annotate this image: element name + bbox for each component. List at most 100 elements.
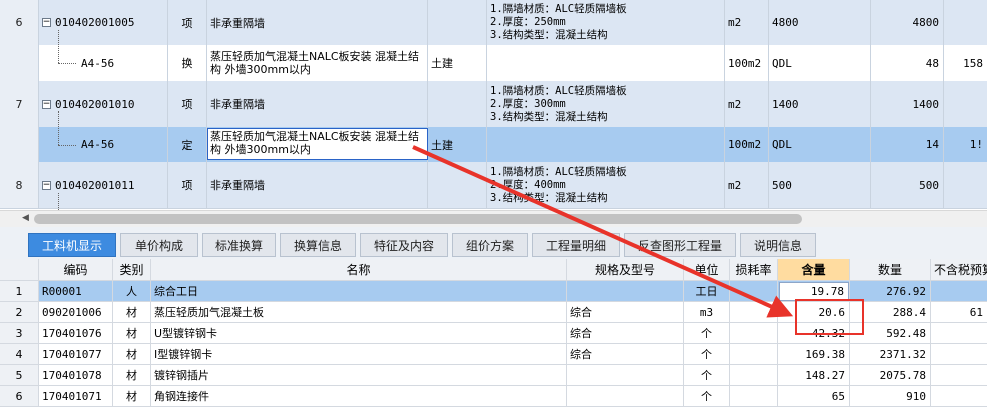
- unit-cell[interactable]: 个: [684, 323, 730, 343]
- extra-cell[interactable]: [944, 0, 987, 45]
- spec-cell[interactable]: 综合: [567, 323, 684, 343]
- price-cell[interactable]: [931, 344, 987, 364]
- table-row[interactable]: 7 − 010402001010 项 非承重隔墙 1.隔墙材质：ALC轻质隔墙板…: [0, 81, 987, 128]
- major-cell[interactable]: [428, 81, 487, 127]
- tab-pricing-scheme[interactable]: 组价方案: [452, 233, 528, 257]
- type-cell[interactable]: 定: [168, 127, 207, 162]
- tab-description[interactable]: 说明信息: [740, 233, 816, 257]
- type-cell[interactable]: 换: [168, 45, 207, 81]
- unit-cell[interactable]: m2: [725, 0, 769, 45]
- major-cell[interactable]: [428, 0, 487, 45]
- table-row-selected[interactable]: A4-56 定 土建 100m2 QDL 14 1!: [0, 127, 987, 163]
- quantity-cell[interactable]: 2371.32: [850, 344, 931, 364]
- features-cell[interactable]: [487, 127, 725, 162]
- quantity-cell[interactable]: 2075.78: [850, 365, 931, 385]
- features-cell[interactable]: 1.隔墙材质：ALC轻质隔墙板 2.厚度：300mm 3.结构类型：混凝土结构: [487, 81, 725, 127]
- category-cell[interactable]: 材: [113, 365, 151, 385]
- code-cell[interactable]: 170401077: [39, 344, 113, 364]
- horizontal-scrollbar[interactable]: ◀: [0, 210, 987, 227]
- spec-cell[interactable]: [567, 281, 684, 301]
- unit-cell[interactable]: m3: [684, 302, 730, 322]
- quantity-cell[interactable]: 592.48: [850, 323, 931, 343]
- price-cell[interactable]: [931, 323, 987, 343]
- tab-features-content[interactable]: 特征及内容: [360, 233, 448, 257]
- header-quantity[interactable]: 数量: [850, 259, 931, 280]
- spec-cell[interactable]: [567, 365, 684, 385]
- name-cell[interactable]: 蒸压轻质加气混凝土NALC板安装 混凝土结构 外墙300mm以内: [207, 45, 428, 81]
- category-cell[interactable]: 材: [113, 302, 151, 322]
- unit-cell[interactable]: 工日: [684, 281, 730, 301]
- table-row[interactable]: 6 − 010402001005 项 非承重隔墙 1.隔墙材质：ALC轻质隔墙板…: [0, 0, 987, 46]
- tab-unit-price-composition[interactable]: 单价构成: [120, 233, 198, 257]
- extra-cell[interactable]: [944, 162, 987, 208]
- table-row[interactable]: 8 − 010402001011 项 非承重隔墙 1.隔墙材质：ALC轻质隔墙板…: [0, 162, 987, 209]
- content-cell[interactable]: 169.38: [778, 344, 850, 364]
- extra-cell[interactable]: 1!: [944, 127, 987, 162]
- tab-quantity-detail[interactable]: 工程量明细: [532, 233, 620, 257]
- code-cell[interactable]: 170401078: [39, 365, 113, 385]
- category-cell[interactable]: 人: [113, 281, 151, 301]
- tab-standard-conversion[interactable]: 标准换算: [202, 233, 276, 257]
- price-cell[interactable]: 61: [931, 302, 987, 322]
- spec-cell[interactable]: [567, 386, 684, 406]
- header-name[interactable]: 名称: [151, 259, 567, 280]
- minus-box-icon[interactable]: −: [42, 99, 51, 109]
- qty-cell[interactable]: 48: [871, 45, 944, 81]
- name-cell[interactable]: 综合工日: [151, 281, 567, 301]
- extra-cell[interactable]: 158: [944, 45, 987, 81]
- header-loss-rate[interactable]: 损耗率: [730, 259, 778, 280]
- name-edit-textbox[interactable]: 蒸压轻质加气混凝土NALC板安装 混凝土结构 外墙300mm以内: [207, 128, 428, 160]
- table-row[interactable]: 6 170401071 材角钢连接件 个 65 910: [0, 386, 987, 407]
- table-row[interactable]: 4 170401077 材 I型镀锌钢卡 综合个 169.38 2371.32: [0, 344, 987, 365]
- code-cell[interactable]: R00001: [39, 281, 113, 301]
- category-cell[interactable]: 材: [113, 344, 151, 364]
- loss-rate-cell[interactable]: [730, 365, 778, 385]
- unit-cell[interactable]: 100m2: [725, 45, 769, 81]
- category-cell[interactable]: 材: [113, 323, 151, 343]
- loss-rate-cell[interactable]: [730, 323, 778, 343]
- scrollbar-thumb[interactable]: [34, 214, 802, 224]
- header-spec[interactable]: 规格及型号: [567, 259, 684, 280]
- spec-cell[interactable]: 综合: [567, 344, 684, 364]
- header-category[interactable]: 类别: [113, 259, 151, 280]
- spec-cell[interactable]: 综合: [567, 302, 684, 322]
- features-cell[interactable]: [487, 45, 725, 81]
- type-cell[interactable]: 项: [168, 0, 207, 45]
- expr-cell[interactable]: 4800: [769, 0, 871, 45]
- content-edit-field[interactable]: 19.78: [779, 282, 849, 301]
- price-cell[interactable]: [931, 365, 987, 385]
- qty-cell[interactable]: 1400: [871, 81, 944, 127]
- loss-rate-cell[interactable]: [730, 302, 778, 322]
- name-cell[interactable]: 非承重隔墙: [207, 162, 428, 208]
- qty-cell[interactable]: 500: [871, 162, 944, 208]
- major-cell[interactable]: 土建: [428, 45, 487, 81]
- expr-cell[interactable]: QDL: [769, 45, 871, 81]
- price-cell[interactable]: [931, 281, 987, 301]
- table-row[interactable]: 2 090201006 材蒸压轻质加气混凝土板 综合 m3 20.6 288.4 61: [0, 302, 987, 323]
- expr-cell[interactable]: QDL: [769, 127, 871, 162]
- tab-reverse-graphic-quantity[interactable]: 反查图形工程量: [624, 233, 736, 257]
- type-cell[interactable]: 项: [168, 162, 207, 208]
- loss-rate-cell[interactable]: [730, 344, 778, 364]
- header-code[interactable]: 编码: [39, 259, 113, 280]
- table-row[interactable]: A4-56 换 蒸压轻质加气混凝土NALC板安装 混凝土结构 外墙300mm以内…: [0, 45, 987, 82]
- content-cell[interactable]: 42.32: [778, 323, 850, 343]
- unit-cell[interactable]: m2: [725, 162, 769, 208]
- major-cell[interactable]: 土建: [428, 127, 487, 162]
- major-cell[interactable]: [428, 162, 487, 208]
- name-cell[interactable]: U型镀锌钢卡: [151, 323, 567, 343]
- name-cell[interactable]: 角钢连接件: [151, 386, 567, 406]
- name-cell[interactable]: 镀锌钢插片: [151, 365, 567, 385]
- extra-cell[interactable]: [944, 81, 987, 127]
- content-cell[interactable]: 65: [778, 386, 850, 406]
- tab-conversion-info[interactable]: 换算信息: [280, 233, 356, 257]
- table-row[interactable]: 5 170401078 材镀锌钢插片 个 148.27 2075.78: [0, 365, 987, 386]
- loss-rate-cell[interactable]: [730, 281, 778, 301]
- unit-cell[interactable]: 个: [684, 365, 730, 385]
- type-cell[interactable]: 项: [168, 81, 207, 127]
- loss-rate-cell[interactable]: [730, 386, 778, 406]
- minus-box-icon[interactable]: −: [42, 18, 51, 27]
- minus-box-icon[interactable]: −: [42, 180, 51, 190]
- unit-cell[interactable]: 100m2: [725, 127, 769, 162]
- features-cell[interactable]: 1.隔墙材质：ALC轻质隔墙板 2.厚度：250mm 3.结构类型：混凝土结构: [487, 0, 725, 45]
